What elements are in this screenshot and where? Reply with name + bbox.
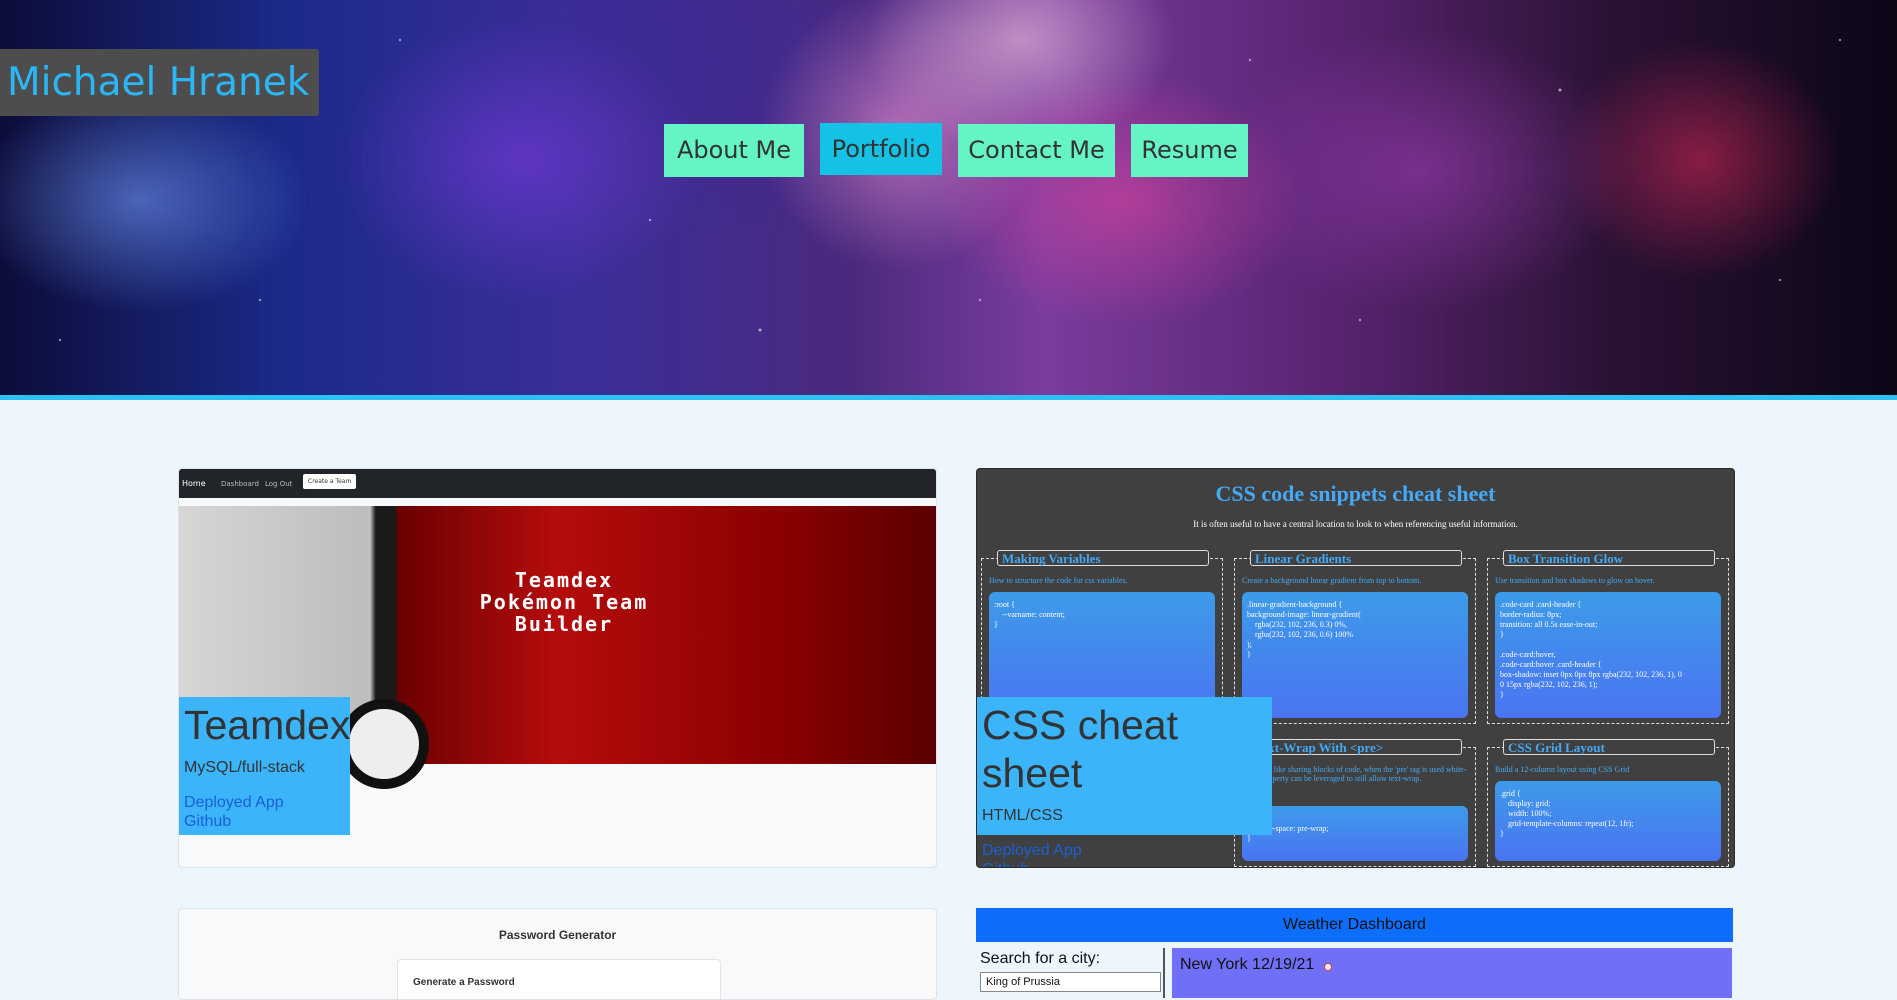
nav-contact-me[interactable]: Contact Me (958, 124, 1115, 177)
snippet-desc: Use transition and box shadows to glow o… (1495, 576, 1655, 585)
weather-search-input: King of Prussia (980, 972, 1161, 992)
project-title: CSS cheat sheet (982, 702, 1178, 796)
project-card-password-generator[interactable]: Password Generator Generate a Password (178, 908, 937, 1000)
snippet-desc: Build a 12-column layout using CSS Grid (1495, 765, 1630, 774)
project-card-weather-dashboard[interactable]: Weather Dashboard Search for a city: Kin… (976, 908, 1733, 998)
project-overlay: CSS cheat sheet HTML/CSS Deployed App Gi… (977, 697, 1272, 867)
weather-dashboard-header: Weather Dashboard (976, 908, 1733, 942)
snippet-header: Making Variables (997, 550, 1209, 566)
weather-divider (1163, 948, 1165, 998)
teamdex-banner-line: Pokémon Team (479, 590, 649, 614)
teamdex-banner-line: Teamdex (514, 568, 614, 592)
site-title[interactable]: Michael Hranek (0, 49, 320, 116)
project-tech: MySQL/full-stack (184, 759, 305, 776)
password-generator-title: Password Generator (498, 928, 617, 942)
password-box-label: Generate a Password (413, 977, 515, 988)
snippet-code: .linear-gradient-background { background… (1242, 592, 1468, 718)
snippet-code: .grid { display: grid; width: 100%; grid… (1495, 781, 1721, 861)
teamdex-nav-logout: Log Out (265, 480, 293, 488)
teamdex-screenshot-nav: Home Dashboard Log Out Create a Team (179, 469, 936, 498)
snippet-desc: How to structure the code for css variab… (989, 576, 1128, 585)
nav-resume[interactable]: Resume (1131, 124, 1248, 177)
teamdex-nav-home: Home (182, 479, 206, 488)
deployed-app-link[interactable]: Deployed App (982, 841, 1267, 860)
weather-search-label: Search for a city: (980, 950, 1101, 967)
hero-banner: Michael Hranek About Me Portfolio Contac… (0, 0, 1897, 400)
weather-icon (1324, 963, 1332, 971)
deployed-app-link[interactable]: Deployed App (184, 793, 345, 812)
snippet-code: .code-card .card-header { border-radius:… (1495, 592, 1721, 718)
project-tech: HTML/CSS (982, 807, 1063, 824)
weather-today-label: New York 12/19/21 (1180, 956, 1315, 973)
cheat-sheet-subtitle: It is often useful to have a central loc… (1193, 519, 1518, 529)
cheat-sheet-title: CSS code snippets cheat sheet (1215, 481, 1496, 506)
snippet-header: Text-Wrap With <pre> (1250, 739, 1462, 755)
project-card-teamdex[interactable]: Home Dashboard Log Out Create a Team Tea… (178, 468, 937, 868)
teamdex-nav-dashboard: Dashboard (221, 480, 259, 488)
project-card-css-cheat-sheet[interactable]: CSS code snippets cheat sheet It is ofte… (976, 468, 1735, 868)
snippet-header: Box Transition Glow (1503, 550, 1715, 566)
nav-portfolio[interactable]: Portfolio (820, 123, 942, 175)
teamdex-banner-text: Teamdex Pokémon Team Builder (449, 569, 679, 635)
snippet-desc: Pre tag is like sharing blocks of code, … (1242, 765, 1467, 783)
snippet-header: Linear Gradients (1250, 550, 1462, 566)
weather-today-panel: New York 12/19/21 (1172, 948, 1732, 998)
pokeball-graphic (339, 699, 429, 789)
snippet-desc: Create a background linear gradient from… (1242, 576, 1422, 585)
project-overlay: Teamdex MySQL/full-stack Deployed App Gi… (179, 697, 350, 835)
project-title: Teamdex (184, 702, 351, 748)
snippet-card: CSS Grid Layout Build a 12-column layout… (1487, 739, 1729, 867)
snippet-code: pre { white-space: pre-wrap; } (1242, 806, 1468, 861)
github-link[interactable]: Github (982, 860, 1267, 867)
teamdex-nav-create-team: Create a Team (303, 474, 357, 489)
snippet-header: CSS Grid Layout (1503, 739, 1715, 755)
snippet-card: Box Transition Glow Use transition and b… (1487, 550, 1729, 724)
password-box: Generate a Password (397, 959, 721, 999)
teamdex-banner-line: Builder (514, 612, 614, 636)
github-link[interactable]: Github (184, 812, 345, 831)
nav-about-me[interactable]: About Me (664, 124, 804, 177)
